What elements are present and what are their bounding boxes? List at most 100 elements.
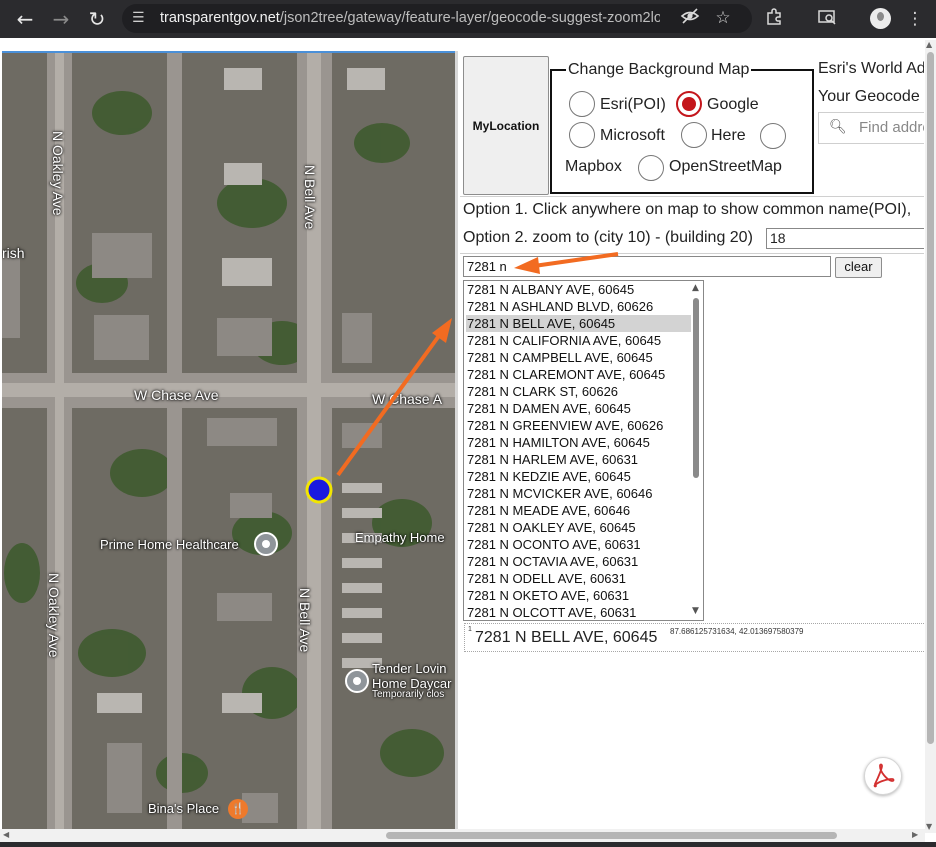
more-menu-icon[interactable]: ⋮	[903, 7, 927, 31]
poi-pin-icon[interactable]	[254, 532, 278, 556]
poi-label-tender-3: Temporarily clos	[372, 689, 445, 700]
map-imagery	[2, 53, 455, 831]
clear-button[interactable]: clear	[835, 257, 882, 278]
world-geocoder-title: Esri's World Ad	[818, 60, 924, 77]
scroll-right-icon[interactable]: ▶	[912, 830, 918, 839]
suggestion-item[interactable]: 7281 N MEADE AVE, 60646	[466, 502, 691, 519]
browser-toolbar: ← → ↻ ☰ transparentgov.net/json2tree/gat…	[0, 0, 936, 38]
suggestion-item[interactable]: 7281 N OCONTO AVE, 60631	[466, 536, 691, 553]
pdf-icon[interactable]	[864, 757, 902, 795]
divider	[460, 253, 924, 254]
url-path: /json2tree/gateway/feature-layer/geocode…	[279, 10, 660, 26]
address-search-input[interactable]: 7281 n	[463, 256, 831, 277]
result-box: 1 7281 N BELL AVE, 60645 87.686125731634…	[464, 623, 924, 652]
scrollbar-thumb[interactable]	[693, 298, 699, 478]
your-geocode-title: Your Geocode	[818, 88, 920, 105]
scroll-up-icon[interactable]: ▲	[926, 40, 932, 49]
find-address-placeholder: Find addre	[859, 119, 924, 136]
zoom-level-input[interactable]: 18	[766, 228, 924, 249]
back-arrow-icon[interactable]: ←	[13, 7, 37, 31]
location-marker[interactable]	[305, 476, 333, 504]
option2-text: Option 2. zoom to (city 10) - (building …	[463, 229, 753, 246]
mylocation-button[interactable]: MyLocation	[463, 56, 549, 195]
restaurant-icon[interactable]: 🍴	[228, 799, 248, 819]
suggestion-item[interactable]: 7281 N OCTAVIA AVE, 60631	[466, 553, 691, 570]
background-map-fieldset: Change Background Map Esri(POI) Google M…	[550, 61, 814, 194]
cast-search-icon[interactable]	[815, 7, 839, 31]
poi-pin-icon[interactable]	[345, 669, 369, 693]
suggestion-scrollbar[interactable]: ▲ ▼	[690, 282, 703, 619]
suggestion-item[interactable]: 7281 N CLARK ST, 60626	[466, 383, 691, 400]
profile-avatar[interactable]	[870, 8, 891, 29]
suggestion-item[interactable]: 7281 N HARLEM AVE, 60631	[466, 451, 691, 468]
suggestion-item[interactable]: 7281 N HAMILTON AVE, 60645	[466, 434, 691, 451]
divider	[460, 196, 924, 197]
suggestion-item[interactable]: 7281 N OAKLEY AVE, 60645	[466, 519, 691, 536]
poi-label-binas-place: Bina's Place	[148, 801, 220, 816]
radio-label-here[interactable]: Here	[711, 127, 746, 145]
street-label-bell-top: N Bell Ave	[302, 165, 318, 230]
poi-label-tender-1: Tender Lovin	[372, 661, 447, 676]
scrollbar-thumb[interactable]	[386, 832, 837, 839]
extensions-icon[interactable]	[762, 7, 786, 31]
radio-google[interactable]	[676, 91, 702, 117]
window-bottom-edge	[0, 842, 936, 847]
radio-openstreetmap[interactable]	[638, 155, 664, 181]
street-label-oakley-top: N Oakley Ave	[50, 131, 66, 216]
suggestion-item[interactable]: 7281 N KEDZIE AVE, 60645	[466, 468, 691, 485]
street-label-bell-bottom: N Bell Ave	[297, 588, 313, 653]
satellite-map[interactable]: N Oakley Ave N Oakley Ave N Bell Ave N B…	[2, 51, 455, 831]
radio-microsoft[interactable]	[569, 122, 595, 148]
scroll-down-icon[interactable]: ▼	[926, 822, 932, 831]
scroll-left-icon[interactable]: ◀	[3, 830, 9, 839]
suggestion-item[interactable]: 7281 N ALBANY AVE, 60645	[466, 281, 691, 298]
find-address-input[interactable]: 🔍︎ Find addre	[818, 112, 924, 144]
search-icon: 🔍︎	[829, 119, 847, 135]
site-info-icon[interactable]: ☰	[132, 9, 150, 27]
suggestion-list[interactable]: 7281 N ALBANY AVE, 60645 7281 N ASHLAND …	[463, 280, 704, 621]
suggestion-item[interactable]: 7281 N GREENVIEW AVE, 60626	[466, 417, 691, 434]
radio-label-microsoft[interactable]: Microsoft	[600, 127, 665, 145]
suggestion-item[interactable]: 7281 N OLCOTT AVE, 60631	[466, 604, 691, 620]
suggestion-item[interactable]: 7281 N MCVICKER AVE, 60646	[466, 485, 691, 502]
suggestion-item[interactable]: 7281 N CAMPBELL AVE, 60645	[466, 349, 691, 366]
radio-label-mapbox[interactable]: Mapbox	[565, 158, 622, 176]
page-vertical-scrollbar[interactable]: ▲ ▼	[925, 40, 936, 833]
street-label-chase-right: W Chase A	[372, 391, 443, 407]
scroll-down-icon[interactable]: ▼	[692, 606, 699, 616]
suggestion-item-selected[interactable]: 7281 N BELL AVE, 60645	[466, 315, 691, 332]
background-map-legend: Change Background Map	[566, 61, 752, 79]
address-bar[interactable]: ☰ transparentgov.net/json2tree/gateway/f…	[122, 4, 752, 33]
suggestion-item[interactable]: 7281 N DAMEN AVE, 60645	[466, 400, 691, 417]
poi-label-empathy-home: Empathy Home	[355, 530, 445, 545]
radio-here[interactable]	[681, 122, 707, 148]
radio-label-google[interactable]: Google	[707, 96, 759, 114]
panel-separator[interactable]	[455, 51, 458, 829]
radio-label-esri-poi[interactable]: Esri(POI)	[600, 96, 666, 114]
option1-text: Option 1. Click anywhere on map to show …	[463, 201, 912, 218]
poi-label-prime-home: Prime Home Healthcare	[100, 537, 239, 552]
bookmark-star-icon[interactable]: ☆	[711, 6, 735, 30]
scroll-up-icon[interactable]: ▲	[692, 283, 699, 293]
page-horizontal-scrollbar[interactable]: ◀ ▶	[0, 829, 925, 842]
street-label-chase-left: W Chase Ave	[134, 387, 219, 403]
suggestion-item[interactable]: 7281 N ASHLAND BLVD, 60626	[466, 298, 691, 315]
radio-label-openstreetmap[interactable]: OpenStreetMap	[669, 158, 782, 176]
radio-mapbox[interactable]	[760, 123, 786, 149]
result-coordinates: 87.686125731634, 42.013697580379	[670, 627, 804, 636]
suggestion-item[interactable]: 7281 N OKETO AVE, 60631	[466, 587, 691, 604]
scrollbar-thumb[interactable]	[927, 52, 934, 744]
result-number: 1	[468, 626, 472, 633]
url-domain: transparentgov.net	[160, 10, 280, 26]
suggestion-item[interactable]: 7281 N CALIFORNIA AVE, 60645	[466, 332, 691, 349]
suggestion-item[interactable]: 7281 N ODELL AVE, 60631	[466, 570, 691, 587]
control-panel: MyLocation Change Background Map Esri(PO…	[460, 55, 924, 829]
reload-icon[interactable]: ↻	[85, 7, 109, 31]
suggestion-item[interactable]: 7281 N CLAREMONT AVE, 60645	[466, 366, 691, 383]
eye-off-icon[interactable]	[678, 6, 702, 30]
forward-arrow-icon[interactable]: →	[49, 7, 73, 31]
radio-esri-poi[interactable]	[569, 91, 595, 117]
result-address[interactable]: 7281 N BELL AVE, 60645	[475, 629, 657, 647]
street-label-oakley-bottom: N Oakley Ave	[46, 573, 62, 658]
url-text[interactable]: transparentgov.net/json2tree/gateway/fea…	[160, 4, 660, 33]
